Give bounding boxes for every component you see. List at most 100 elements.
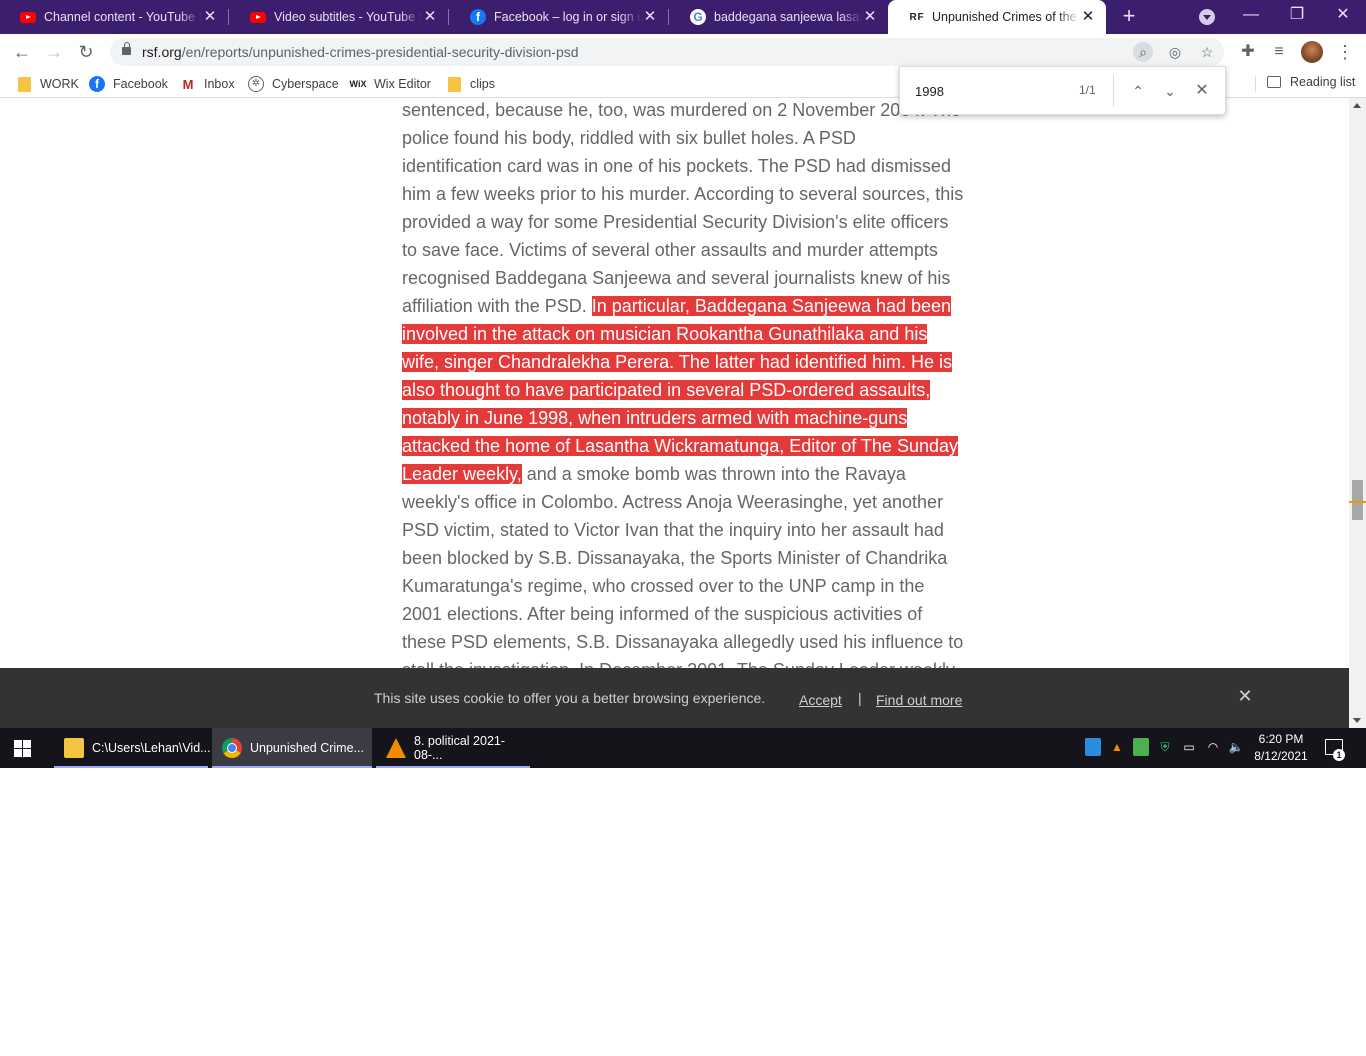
close-icon[interactable]: ✕ [422, 9, 438, 25]
article-text: provided a way for some Presidential Sec… [402, 212, 949, 232]
close-icon[interactable]: ✕ [1080, 9, 1096, 25]
bookmark-inbox[interactable]: M Inbox [180, 75, 235, 93]
tab-separator [228, 9, 229, 25]
tab-title: Video subtitles - YouTube Studio [274, 10, 422, 24]
google-icon: G [690, 9, 706, 25]
tab-search-icon[interactable] [1199, 9, 1215, 25]
scroll-thumb[interactable] [1352, 480, 1363, 520]
taskbar-vlc[interactable]: 8. political 2021-08-... [376, 728, 530, 768]
url-text[interactable]: rsf.org/en/reports/unpunished-crimes-pre… [142, 44, 579, 60]
article-line: Kumaratunga's regime, who crossed over t… [402, 572, 982, 600]
find-highlight: notably in June 1998, when intruders arm… [402, 408, 908, 428]
find-highlight: involved in the attack on musician Rooka… [402, 324, 928, 344]
restore-button[interactable]: ❐ [1274, 0, 1320, 34]
find-out-more-link[interactable]: Find out more [876, 692, 962, 708]
cookie-message: This site uses cookie to offer you a bet… [374, 690, 766, 706]
bookmark-wix-editor[interactable]: WiX Wix Editor [350, 75, 431, 93]
chevron-down-icon[interactable]: ⌄ [1158, 79, 1182, 103]
reading-list-button[interactable]: Reading list [1267, 75, 1355, 89]
system-clock[interactable]: 6:20 PM 8/12/2021 [1250, 731, 1312, 765]
find-match-count: 1/1 [1079, 83, 1096, 97]
window-close-button[interactable]: ✕ [1320, 0, 1366, 34]
app-tray-icon[interactable] [1133, 738, 1149, 756]
article-line: PSD victim, stated to Victor Ivan that t… [402, 516, 982, 544]
rsf-icon: R F [909, 11, 923, 23]
tab-video-subtitles[interactable]: Video subtitles - YouTube Studio ✕ [230, 0, 448, 34]
bookmark-star-icon[interactable]: ☆ [1197, 42, 1217, 62]
article-text: him a few weeks prior to his murder. Acc… [402, 184, 964, 204]
article-line: recognised Baddegana Sanjeewa and severa… [402, 264, 982, 292]
volume-icon[interactable]: 🔈 [1228, 738, 1244, 756]
clock-date: 8/12/2021 [1254, 749, 1308, 763]
bookmark-facebook[interactable]: f Facebook [89, 75, 168, 93]
tab-title: Channel content - YouTube Studio [44, 10, 202, 24]
close-icon[interactable]: ✕ [642, 9, 658, 25]
notification-badge: 1 [1333, 749, 1345, 761]
close-icon[interactable]: ✕ [202, 9, 218, 25]
more-menu-icon[interactable]: ⋮ [1333, 40, 1357, 64]
taskbar-label: C:\Users\Lehan\Vid... [92, 741, 211, 755]
article-line: provided a way for some Presidential Sec… [402, 208, 982, 236]
tab-title: Facebook – log in or sign up [494, 10, 642, 24]
taskbar-label: 8. political 2021-08-... [414, 734, 506, 762]
article-text: affiliation with the PSD. [402, 296, 592, 316]
accept-cookies-link[interactable]: Accept [799, 692, 842, 708]
bookmark-label: Cyberspace [272, 77, 339, 91]
article-line: these PSD elements, S.B. Dissanayaka all… [402, 628, 982, 656]
cookie-banner: This site uses cookie to offer you a bet… [0, 668, 1349, 728]
new-tab-button[interactable]: + [1118, 5, 1140, 28]
article-text: these PSD elements, S.B. Dissanayaka all… [402, 632, 964, 652]
tab-google-search[interactable]: G baddegana sanjeewa lasantha ✕ [670, 0, 888, 34]
gmail-icon: M [182, 76, 194, 92]
page-content: sentenced, because he, too, was murdered… [0, 98, 1349, 668]
wifi-icon[interactable]: ◠ [1205, 738, 1221, 756]
cookie-separator: | [858, 690, 862, 706]
find-match-marker [1349, 501, 1366, 503]
media-control-icon[interactable]: ≡ [1267, 40, 1291, 64]
back-button[interactable]: ← [10, 40, 34, 64]
find-highlight: wife, singer Chandralekha Perera. The la… [402, 352, 952, 372]
taskbar-file-explorer[interactable]: C:\Users\Lehan\Vid... [54, 728, 211, 768]
article-text: 2001 elections. After being informed of … [402, 604, 923, 624]
tab-unpunished-crimes[interactable]: R F Unpunished Crimes of the Presidentia… [888, 0, 1106, 34]
security-shield-icon[interactable]: ⛨ [1157, 738, 1173, 756]
chrome-icon [222, 738, 242, 758]
address-bar[interactable]: rsf.org/en/reports/unpunished-crimes-pre… [110, 38, 1224, 66]
find-input[interactable] [915, 82, 1065, 100]
profile-avatar[interactable] [1301, 41, 1323, 63]
app-tray-icon[interactable] [1085, 738, 1101, 756]
extensions-icon[interactable]: ✚ [1236, 40, 1260, 64]
scroll-down-arrow-icon[interactable] [1353, 718, 1361, 723]
forward-button[interactable]: → [42, 40, 66, 64]
windows-start-icon[interactable] [14, 740, 32, 757]
vlc-tray-icon[interactable]: ▲ [1109, 738, 1125, 756]
chevron-up-icon[interactable]: ⌃ [1126, 79, 1150, 103]
close-icon[interactable]: ✕ [862, 9, 878, 25]
close-icon[interactable]: ✕ [1190, 79, 1214, 103]
reload-button[interactable]: ↻ [74, 40, 98, 64]
battery-icon[interactable]: ▭ [1181, 738, 1197, 756]
tab-title: Unpunished Crimes of the Presidential [932, 10, 1080, 24]
article-line: affiliation with the PSD. In particular,… [402, 292, 982, 320]
article-line: 2001 elections. After being informed of … [402, 600, 982, 628]
lock-icon[interactable] [122, 42, 131, 55]
taskbar-chrome[interactable]: Unpunished Crime... [212, 728, 372, 768]
bookmark-work[interactable]: WORK [16, 75, 79, 93]
tab-channel-content[interactable]: Channel content - YouTube Studio ✕ [0, 0, 228, 34]
scroll-up-arrow-icon[interactable] [1353, 103, 1361, 108]
close-icon[interactable]: ✕ [1235, 686, 1255, 706]
article-line: been blocked by S.B. Dissanayaka, the Sp… [402, 544, 982, 572]
tab-facebook[interactable]: f Facebook – log in or sign up ✕ [450, 0, 668, 34]
file-explorer-icon [64, 738, 84, 758]
bookmark-cyberspace[interactable]: ✲ Cyberspace [248, 75, 339, 93]
article-line: Leader weekly, and a smoke bomb was thro… [402, 460, 982, 488]
reading-list-label: Reading list [1290, 75, 1356, 89]
find-bar: 1/1 ⌃ ⌄ ✕ [899, 66, 1226, 115]
bookmark-label: Inbox [204, 77, 235, 91]
find-in-page-icon[interactable]: ⌕ [1133, 42, 1153, 62]
page-scrollbar[interactable] [1349, 98, 1366, 728]
bookmark-clips[interactable]: clips [446, 75, 495, 93]
minimize-button[interactable]: — [1228, 0, 1274, 34]
eye-off-icon[interactable]: ◎ [1165, 42, 1185, 62]
article-line: also thought to have participated in sev… [402, 376, 982, 404]
